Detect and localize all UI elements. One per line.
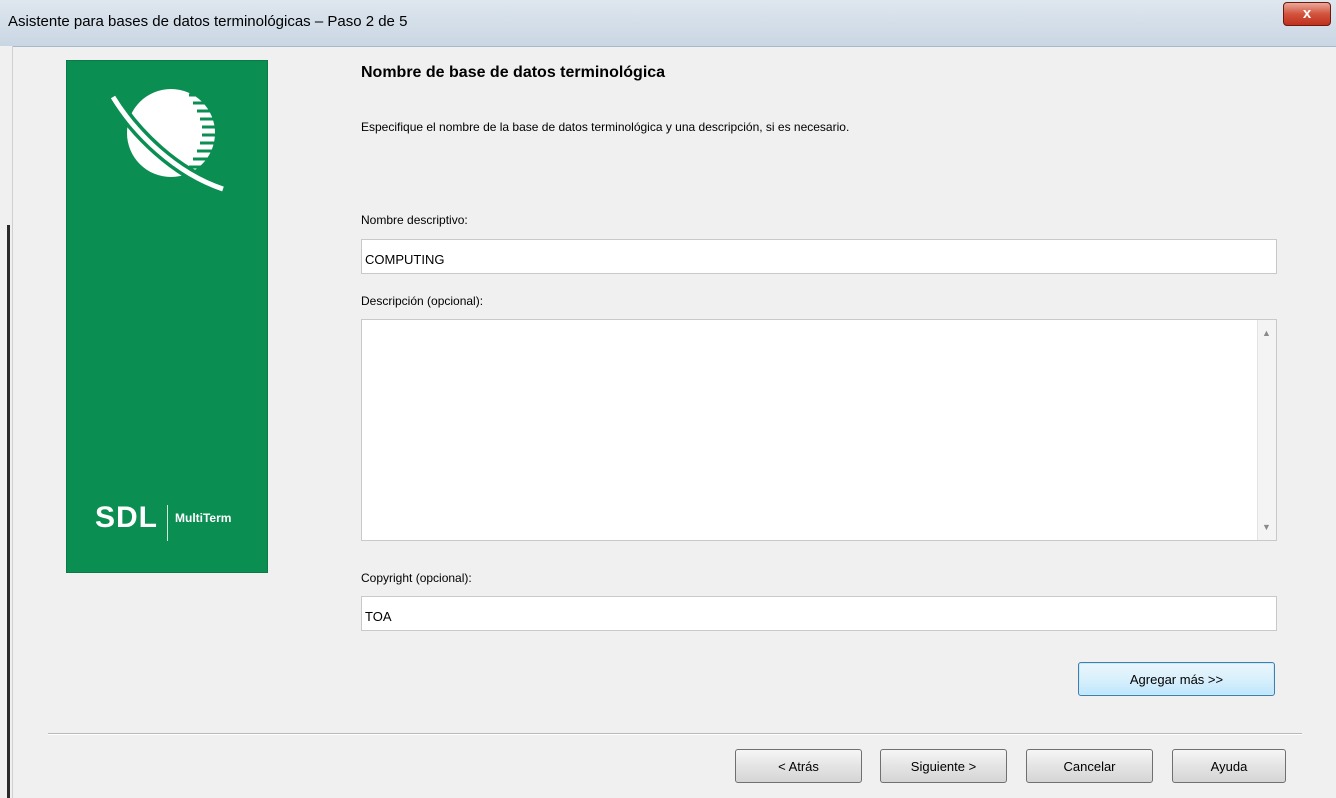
brand-panel: SDL MultiTerm [66,60,268,573]
cancel-button[interactable]: Cancelar [1026,749,1153,783]
help-button[interactable]: Ayuda [1172,749,1286,783]
sdl-globe-logo-icon [107,89,225,193]
window-title: Asistente para bases de datos terminológ… [8,13,408,30]
name-label: Nombre descriptivo: [361,213,468,227]
page-heading: Nombre de base de datos terminológica [361,64,666,81]
window-left-border [7,225,10,798]
add-more-button[interactable]: Agregar más >> [1078,662,1275,696]
footer-divider [48,733,1302,735]
copyright-label: Copyright (opcional): [361,571,472,585]
page-instruction: Especifique el nombre de la base de dato… [361,120,850,134]
window-titlebar: Asistente para bases de datos terminológ… [0,0,1336,47]
brand-separator [167,505,168,541]
product-name: MultiTerm [175,511,232,525]
scroll-up-arrow-icon[interactable]: ▲ [1262,328,1271,338]
close-button[interactable]: x [1283,2,1331,26]
description-textarea[interactable]: ▲ ▼ [361,319,1277,541]
back-button[interactable]: < Atrás [735,749,862,783]
copyright-input[interactable] [361,596,1277,631]
sdl-wordmark: SDL [95,501,158,534]
next-button[interactable]: Siguiente > [880,749,1007,783]
scroll-down-arrow-icon[interactable]: ▼ [1262,522,1271,532]
name-input[interactable] [361,239,1277,274]
description-scrollbar[interactable]: ▲ ▼ [1257,320,1276,540]
description-label: Descripción (opcional): [361,294,484,308]
close-icon: x [1302,5,1312,22]
